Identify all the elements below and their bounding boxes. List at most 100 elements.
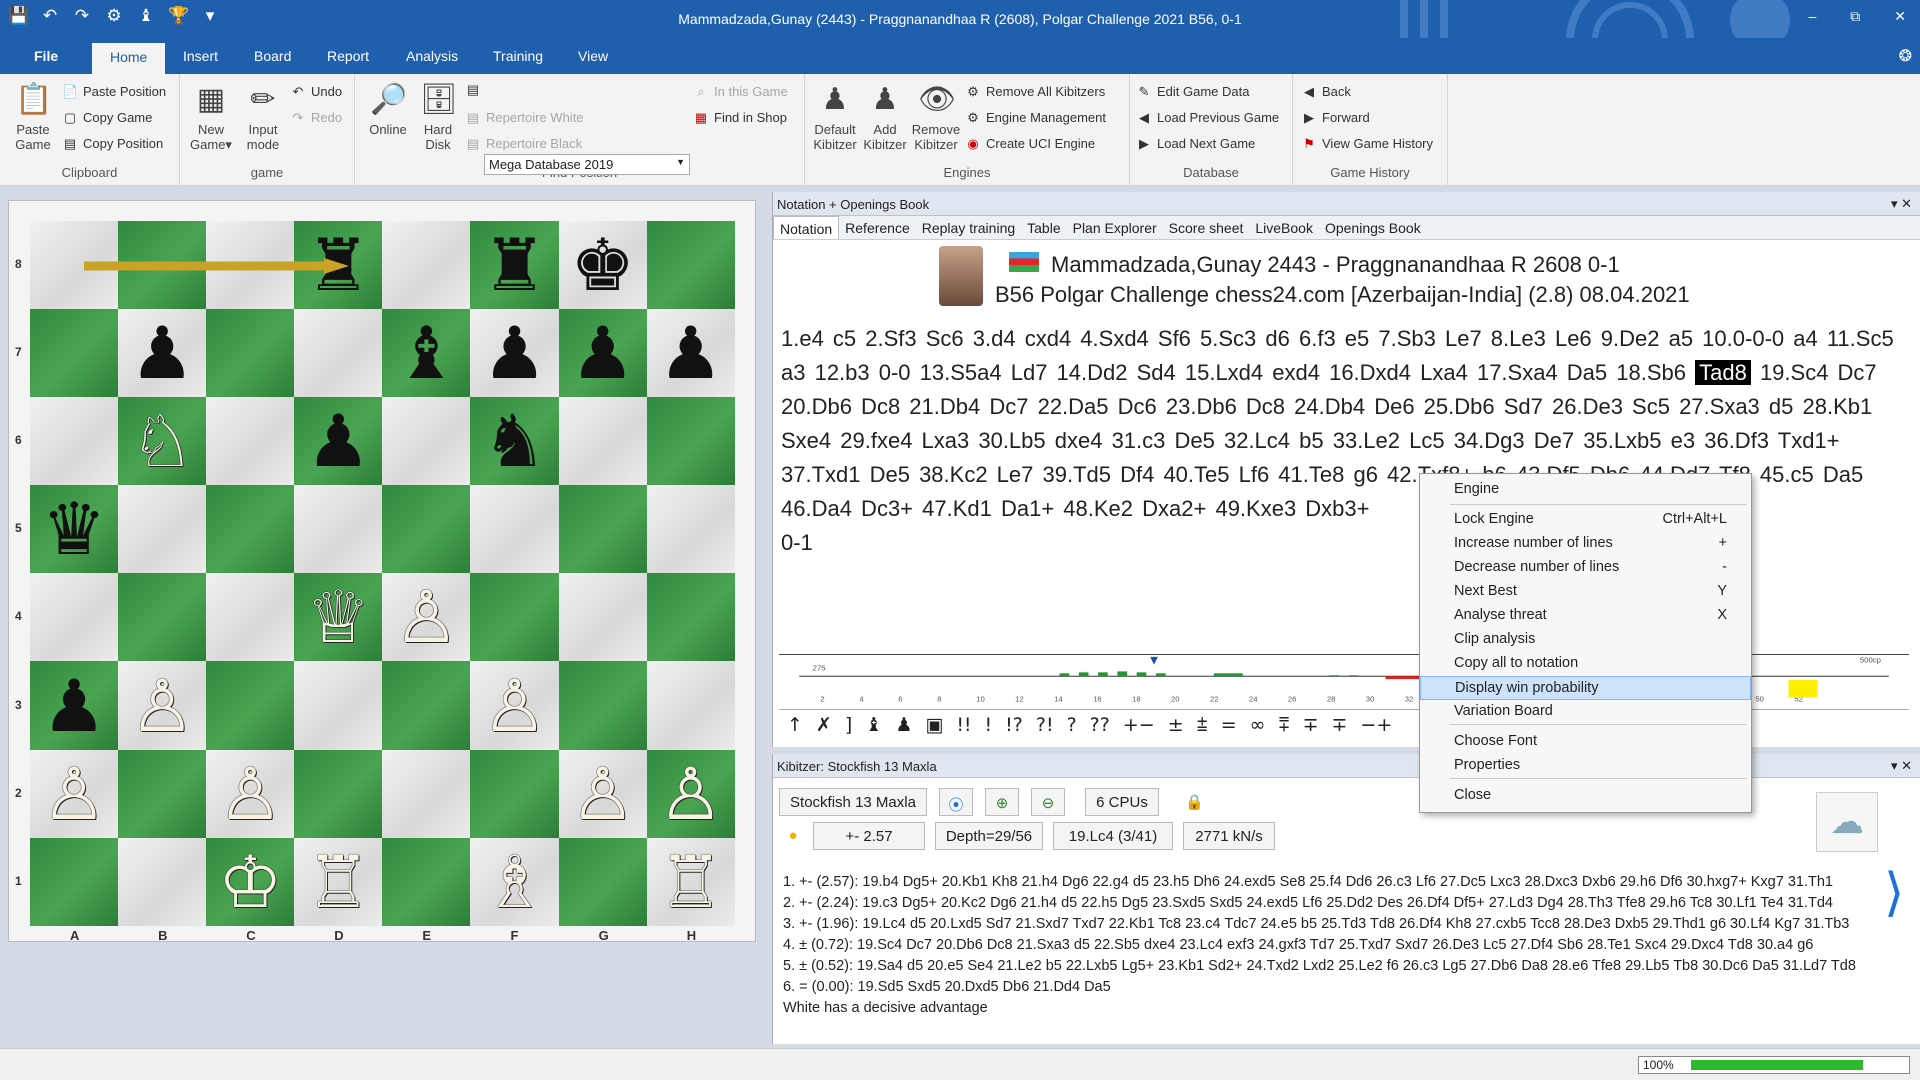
annotation-symbol[interactable]: ∓ xyxy=(1332,714,1348,740)
square-g4[interactable] xyxy=(558,573,647,662)
annotation-symbol[interactable]: ∓ xyxy=(1303,714,1319,740)
database-select[interactable]: Mega Database 2019 ▼ xyxy=(484,154,690,175)
tab-analysis[interactable]: Analysis xyxy=(406,48,458,64)
square-a1[interactable] xyxy=(30,837,119,926)
copy-game-button[interactable]: ▢ Copy Game xyxy=(62,110,153,126)
paste-game-button[interactable]: 📋 Paste Game xyxy=(8,82,58,152)
close-icon[interactable]: ▾ ✕ xyxy=(1891,196,1912,212)
black-piece[interactable]: ♞ xyxy=(482,405,547,477)
square-a7[interactable] xyxy=(30,309,119,398)
view-game-history-button[interactable]: ⚑ View Game History xyxy=(1301,136,1433,152)
in-this-game-button[interactable]: ⌕ In this Game xyxy=(693,84,787,100)
square-e5[interactable] xyxy=(382,485,471,574)
load-previous-game-button[interactable]: ◀ Load Previous Game xyxy=(1136,110,1279,126)
find-in-shop-button[interactable]: ▦ Find in Shop xyxy=(693,110,787,126)
square-g1[interactable] xyxy=(558,837,647,926)
tab-score-sheet[interactable]: Score sheet xyxy=(1163,216,1250,239)
online-button[interactable]: 🔎 Online xyxy=(363,82,413,137)
menu-item-lock-engine[interactable]: Lock Engine Ctrl+Alt+L xyxy=(1420,508,1751,532)
square-d6[interactable]: ♟ xyxy=(294,397,383,486)
repertoire-white-button[interactable]: ▤ Repertoire White xyxy=(465,110,584,126)
black-piece[interactable]: ♛ xyxy=(42,493,107,565)
annotation-symbol[interactable]: ↑ xyxy=(787,714,803,740)
new-game-button[interactable]: ▦ New Game▾ xyxy=(186,82,236,152)
annotation-symbol[interactable]: −+ xyxy=(1360,714,1392,740)
square-f4[interactable] xyxy=(470,573,559,662)
annotation-symbol[interactable]: ] xyxy=(845,714,852,740)
redo-button[interactable]: ↷ Redo xyxy=(290,110,343,126)
square-c1[interactable]: ♔ xyxy=(206,837,295,926)
square-e6[interactable] xyxy=(382,397,471,486)
engine-management-button[interactable]: ⚙ Engine Management xyxy=(965,110,1106,126)
square-h7[interactable]: ♟ xyxy=(646,309,735,398)
chevron-right-icon[interactable]: ⟩ xyxy=(1884,862,1912,928)
square-g7[interactable]: ♟ xyxy=(558,309,647,398)
white-piece[interactable]: ♗ xyxy=(482,846,547,918)
tab-livebook[interactable]: LiveBook xyxy=(1249,216,1319,239)
square-b6[interactable]: ♘ xyxy=(118,397,207,486)
white-piece[interactable]: ♘ xyxy=(130,405,195,477)
load-next-game-button[interactable]: ▶ Load Next Game xyxy=(1136,136,1255,152)
black-piece[interactable]: ♟ xyxy=(42,670,107,742)
white-piece[interactable]: ♔ xyxy=(218,846,283,918)
white-piece[interactable]: ♕ xyxy=(306,581,371,653)
square-f8[interactable]: ♜ xyxy=(470,221,559,310)
square-b5[interactable] xyxy=(118,485,207,574)
square-d3[interactable] xyxy=(294,661,383,750)
white-piece[interactable]: ♙ xyxy=(394,581,459,653)
square-a4[interactable] xyxy=(30,573,119,662)
square-b1[interactable] xyxy=(118,837,207,926)
tab-plan-explorer[interactable]: Plan Explorer xyxy=(1067,216,1163,239)
white-piece[interactable]: ♙ xyxy=(130,670,195,742)
engine-line[interactable]: 4. ± (0.72): 19.Sc4 Dc7 20.Db6 Dc8 21.Sx… xyxy=(783,935,1863,956)
square-g5[interactable] xyxy=(558,485,647,574)
minimize-button[interactable]: – xyxy=(1808,8,1816,25)
square-e7[interactable]: ♝ xyxy=(382,309,471,398)
square-h5[interactable] xyxy=(646,485,735,574)
tab-insert[interactable]: Insert xyxy=(183,48,218,64)
cpus-button[interactable]: 6 CPUs xyxy=(1085,788,1159,816)
tab-file[interactable]: File xyxy=(34,48,58,64)
square-g6[interactable] xyxy=(558,397,647,486)
square-e3[interactable] xyxy=(382,661,471,750)
black-piece[interactable]: ♚ xyxy=(570,229,635,301)
input-mode-button[interactable]: ✏ Input mode xyxy=(238,82,288,152)
annotation-symbol[interactable]: = xyxy=(1221,714,1237,740)
square-d7[interactable] xyxy=(294,309,383,398)
square-c6[interactable] xyxy=(206,397,295,486)
tab-reference[interactable]: Reference xyxy=(839,216,916,239)
back-button[interactable]: ◀ Back xyxy=(1301,84,1351,100)
white-piece[interactable]: ♙ xyxy=(42,758,107,830)
square-g8[interactable]: ♚ xyxy=(558,221,647,310)
black-piece[interactable]: ♟ xyxy=(306,405,371,477)
square-d1[interactable]: ♖ xyxy=(294,837,383,926)
square-f1[interactable]: ♗ xyxy=(470,837,559,926)
square-f7[interactable]: ♟ xyxy=(470,309,559,398)
engine-line[interactable]: 5. ± (0.52): 19.Sa4 d5 20.e5 Se4 21.Le2 … xyxy=(783,956,1863,977)
tab-view[interactable]: View xyxy=(578,48,608,64)
annotation-symbol[interactable]: ▣ xyxy=(925,714,943,740)
square-a6[interactable] xyxy=(30,397,119,486)
paste-position-button[interactable]: 📄 Paste Position xyxy=(62,84,166,100)
tab-openings-book[interactable]: Openings Book xyxy=(1319,216,1427,239)
black-piece[interactable]: ♟ xyxy=(482,317,547,389)
menu-item-properties[interactable]: Properties xyxy=(1420,754,1751,778)
tab-notation[interactable]: Notation xyxy=(773,216,840,239)
menu-item-close[interactable]: Close xyxy=(1420,784,1751,808)
annotation-symbol[interactable]: !? xyxy=(1005,714,1023,740)
close-button[interactable]: ✕ xyxy=(1894,8,1906,25)
annotation-symbol[interactable]: ! xyxy=(985,714,993,740)
black-piece[interactable]: ♝ xyxy=(394,317,459,389)
zoom-in-icon[interactable]: ⊕ xyxy=(985,788,1019,816)
close-icon[interactable]: ▾ ✕ xyxy=(1891,758,1912,774)
menu-item-variation-board[interactable]: Variation Board xyxy=(1420,700,1751,724)
square-d2[interactable] xyxy=(294,749,383,838)
white-piece[interactable]: ♙ xyxy=(658,758,723,830)
menu-item-analyse-threat[interactable]: Analyse threat X xyxy=(1420,604,1751,628)
engine-line[interactable]: 1. +- (2.57): 19.b4 Dg5+ 20.Kb1 Kh8 21.h… xyxy=(783,872,1863,893)
lock-icon[interactable]: 🔒 xyxy=(1177,788,1211,816)
remove-all-kibitzers-button[interactable]: ⚙ Remove All Kibitzers xyxy=(965,84,1105,100)
annotation-symbol[interactable]: ⩱ xyxy=(1278,714,1289,740)
tab-home[interactable]: Home xyxy=(92,43,166,74)
annotation-symbol[interactable]: ?? xyxy=(1090,714,1110,740)
